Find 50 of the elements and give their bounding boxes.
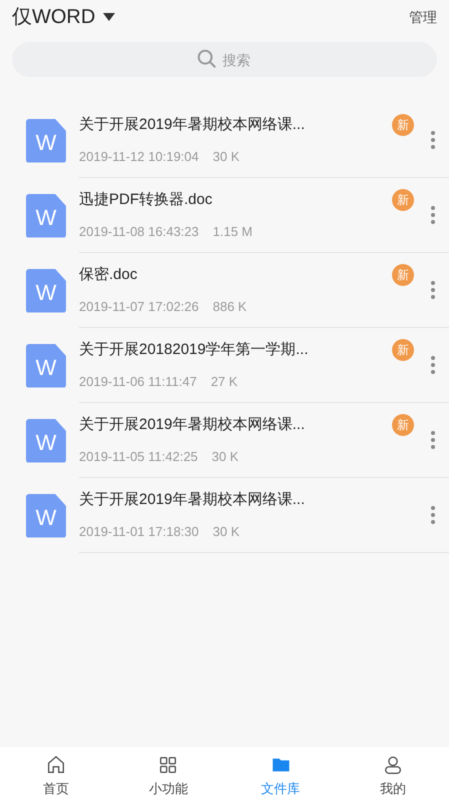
file-row[interactable]: 关于开展2019年暑期校本网络课... 2019-11-12 10:19:04 30 K 新 [79,103,449,178]
file-name: 保密.doc [79,265,138,285]
file-size: 886 K [212,298,247,316]
more-options-icon[interactable] [431,431,435,449]
more-options-icon[interactable] [431,281,435,299]
more-options-icon[interactable] [431,506,435,524]
file-name: 关于开展2019年暑期校本网络课... [79,415,306,435]
file-row[interactable]: 保密.doc 2019-11-07 17:02:26 886 K 新 [79,253,449,328]
file-icon-letter: W [36,504,56,532]
file-date: 2019-11-08 16:43:23 [79,222,199,240]
file-date: 2019-11-05 11:42:25 [79,448,198,466]
file-row[interactable]: 关于开展2019年暑期校本网络课... 2019-11-05 11:42:25 30 K 新 [79,403,449,478]
file-icon-letter: W [36,129,56,157]
search-icon [196,48,218,70]
new-badge: 新 [392,414,414,436]
more-options-icon[interactable] [431,131,435,149]
search-field[interactable]: 搜索 [12,42,437,77]
new-badge: 新 [392,114,414,136]
file-name: 关于开展2019年暑期校本网络课... [79,490,306,510]
dropdown-caret-icon[interactable] [103,13,116,21]
more-options-icon[interactable] [431,206,435,224]
file-date: 2019-11-01 17:18:30 [79,522,199,540]
file-icon-letter: W [36,429,56,457]
header-title[interactable]: 仅WORD [12,2,96,32]
new-badge: 新 [392,189,414,211]
new-badge: 新 [392,339,414,361]
file-row[interactable]: 迅捷PDF转换器.doc 2019-11-08 16:43:23 1.15 M 新 [79,178,449,253]
file-row[interactable]: 关于开展20182019学年第一学期... 2019-11-06 11:11:47 27 K 新 [79,328,449,403]
manage-button[interactable]: 管理 [409,6,437,28]
file-size: 30 K [212,448,239,466]
nav-tab[interactable]: 首页 [0,747,112,806]
file-row[interactable]: 关于开展2019年暑期校本网络课... 2019-11-01 17:18:30 30 K [79,478,449,553]
nav-tab[interactable]: 小功能 [112,747,224,806]
more-options-icon[interactable] [431,356,435,374]
file-date: 2019-11-06 11:11:47 [79,372,197,390]
file-icon-letter: W [36,279,56,307]
file-icon-letter: W [36,204,56,232]
nav-tab[interactable]: 我的 [336,747,449,806]
file-size: 27 K [210,372,238,390]
new-badge: 新 [392,264,414,286]
file-date: 2019-11-12 10:19:04 [79,148,199,166]
file-name: 关于开展2019年暑期校本网络课... [79,115,306,135]
file-icon-letter: W [36,354,56,382]
file-name: 迅捷PDF转换器.doc [79,190,214,210]
file-size: 30 K [212,148,240,166]
nav-tab[interactable]: 文件库 [224,747,337,806]
file-date: 2019-11-07 17:02:26 [79,298,199,316]
file-size: 30 K [212,522,240,540]
file-name: 关于开展20182019学年第一学期... [79,340,310,360]
file-size: 1.15 M [212,222,252,240]
